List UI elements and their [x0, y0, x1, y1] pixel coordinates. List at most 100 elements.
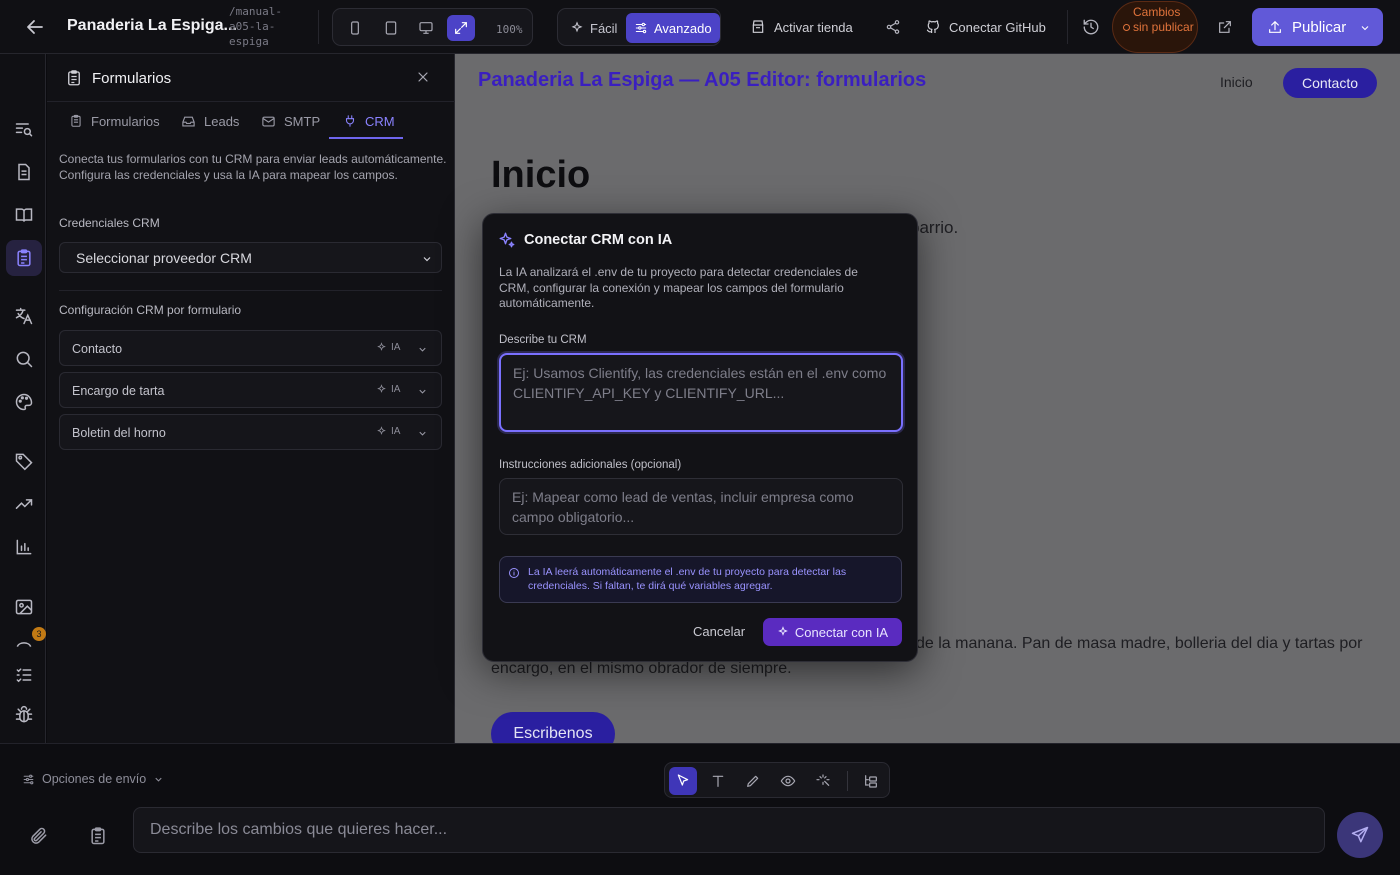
form-name: Encargo de tarta: [72, 384, 165, 398]
send-options-label: Opciones de envío: [42, 772, 147, 786]
palette-icon[interactable]: [6, 384, 42, 420]
chevron-down-icon: [419, 389, 426, 394]
mode-advanced-button[interactable]: Avanzado: [626, 13, 720, 43]
zoom-level[interactable]: 100%: [496, 23, 523, 36]
mail-icon: [262, 116, 275, 126]
activate-store-label: Activar tienda: [774, 19, 853, 35]
sparkles-icon: [498, 231, 516, 249]
connect-with-ia-button[interactable]: Conectar con IA: [763, 618, 902, 646]
mobile-device-icon[interactable]: [341, 15, 369, 41]
status-dot-icon: [1123, 24, 1130, 31]
top-bar: Panaderia La Espiga... /manual-a05-la-es…: [0, 0, 1400, 54]
back-arrow-icon[interactable]: [22, 15, 48, 39]
ia-label: IA: [391, 384, 401, 395]
activate-store-button[interactable]: Activar tienda: [750, 0, 853, 54]
unpublished-changes-status: Cambios sin publicar: [1112, 1, 1198, 53]
form-row-encargo-de-tarta[interactable]: Encargo de tarta IA: [59, 372, 442, 408]
select-cursor-icon[interactable]: [669, 767, 697, 795]
ia-badge: IA: [376, 426, 400, 437]
upload-icon: [1269, 20, 1281, 33]
image-icon[interactable]: [6, 589, 42, 625]
translate-icon[interactable]: [6, 298, 42, 334]
tab-crm[interactable]: CRM: [341, 102, 397, 140]
external-link-icon[interactable]: [1213, 15, 1237, 39]
text-tool-icon[interactable]: [704, 767, 732, 795]
connect-github-button[interactable]: Conectar GitHub: [925, 0, 1046, 54]
divider: [318, 10, 319, 44]
publish-label: Publicar: [1292, 18, 1347, 36]
desktop-device-icon[interactable]: [412, 15, 440, 41]
form-row-boletin-del-horno[interactable]: Boletin del horno IA: [59, 414, 442, 450]
site-title[interactable]: Panaderia La Espiga — A05 Editor: formul…: [478, 69, 926, 92]
connect-github-label: Conectar GitHub: [949, 19, 1046, 35]
bottom-bar: Opciones de envío Describe los cambios q…: [0, 743, 1400, 875]
per-form-title: Configuración CRM por formulario: [59, 303, 242, 317]
tab-smtp[interactable]: SMTP: [259, 102, 322, 140]
mode-easy-button[interactable]: Fácil: [562, 13, 625, 43]
pencil-icon[interactable]: [739, 767, 767, 795]
describe-crm-textarea[interactable]: Ej: Usamos Clientify, las credenciales e…: [499, 353, 903, 432]
tab-label: CRM: [365, 113, 395, 129]
send-options-toggle[interactable]: Opciones de envío: [22, 772, 164, 786]
nav-inicio-link[interactable]: Inicio: [1220, 74, 1253, 90]
checklist-icon[interactable]: [6, 657, 42, 693]
ia-badge: IA: [376, 342, 400, 353]
fullscreen-icon[interactable]: [447, 15, 475, 41]
layers-tree-icon[interactable]: [857, 767, 885, 795]
clipboard-icon: [65, 69, 83, 87]
nav-contacto-button[interactable]: Contacto: [1283, 68, 1377, 98]
sliders-icon: [23, 774, 34, 784]
modal-description: La IA analizará el .env de tu proyecto p…: [499, 265, 858, 310]
sparkles-icon: [377, 342, 386, 351]
tablet-device-icon[interactable]: [377, 15, 405, 41]
cta-button[interactable]: Escribenos: [491, 712, 615, 743]
eye-icon[interactable]: [774, 767, 802, 795]
prompt-input[interactable]: Describe los cambios que quieres hacer..…: [133, 807, 1325, 853]
hero-title: Inicio: [491, 154, 591, 196]
share-icon[interactable]: [881, 15, 905, 39]
connect-with-ia-label: Conectar con IA: [794, 624, 889, 640]
tag-icon[interactable]: [6, 443, 42, 479]
crm-description: Conecta tus formularios con tu CRM para …: [59, 152, 447, 182]
publish-button[interactable]: Publicar: [1252, 8, 1383, 46]
sparkles-icon: [377, 426, 386, 435]
bar-chart-icon[interactable]: [6, 529, 42, 565]
tab-leads[interactable]: Leads: [179, 102, 241, 140]
inbox-icon: [182, 116, 195, 126]
mode-easy-label: Fácil: [590, 20, 618, 36]
sparkles-icon: [377, 384, 386, 393]
credentials-title: Credenciales CRM: [59, 216, 160, 230]
book-icon[interactable]: [6, 197, 42, 233]
chevron-down-icon: [1361, 26, 1369, 31]
forms-clipboard-icon[interactable]: [88, 826, 108, 846]
divider: [847, 771, 848, 791]
notification-badge: 3: [32, 627, 46, 641]
search-content-icon[interactable]: [6, 111, 42, 147]
history-icon[interactable]: [1079, 15, 1103, 39]
attach-paperclip-icon[interactable]: [29, 826, 49, 846]
project-slug: /manual-a05-la-espiga: [229, 5, 282, 48]
tab-formularios[interactable]: Formularios: [67, 102, 162, 140]
close-icon[interactable]: [415, 69, 431, 85]
form-row-contacto[interactable]: Contacto IA: [59, 330, 442, 366]
send-button[interactable]: [1337, 812, 1383, 858]
magic-wand-icon[interactable]: [809, 767, 837, 795]
forms-clipboard-icon[interactable]: [6, 240, 42, 276]
sliders-icon: [635, 22, 647, 34]
bug-icon[interactable]: [6, 697, 42, 733]
panel-header: Formularios: [47, 54, 455, 102]
info-text: La IA leerá automáticamente el .env de t…: [528, 566, 847, 592]
tab-label: Formularios: [91, 113, 160, 129]
info-icon: [509, 568, 519, 578]
extra-instructions-textarea[interactable]: Ej: Mapear como lead de ventas, incluir …: [499, 478, 903, 535]
crm-provider-select[interactable]: Seleccionar proveedor CRM: [59, 242, 442, 273]
ia-badge: IA: [376, 384, 400, 395]
document-icon[interactable]: [6, 154, 42, 190]
panel-title: Formularios: [92, 70, 172, 87]
body-line-1: de la manana. Pan de masa madre, bolleri…: [916, 635, 1363, 652]
cancel-button[interactable]: Cancelar: [693, 624, 745, 639]
search-icon[interactable]: [6, 341, 42, 377]
mode-switcher: Fácil Avanzado: [557, 8, 721, 46]
describe-crm-label: Describe tu CRM: [499, 334, 587, 346]
trending-up-icon[interactable]: [6, 486, 42, 522]
